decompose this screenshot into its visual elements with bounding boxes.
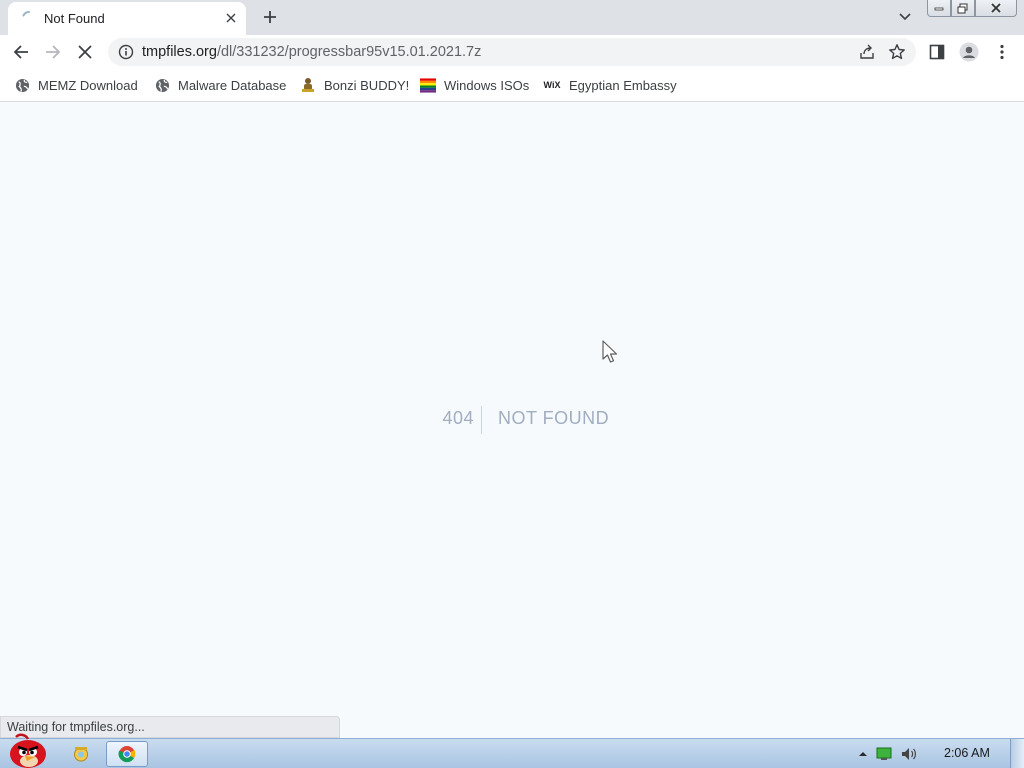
globe-icon	[154, 77, 170, 93]
tab-title: Not Found	[44, 11, 105, 26]
tab-close-button[interactable]	[222, 9, 240, 27]
back-button[interactable]	[8, 39, 34, 65]
side-panel-button[interactable]	[924, 39, 950, 65]
close-icon	[78, 45, 92, 59]
more-vertical-icon	[1000, 44, 1004, 60]
bookmark-memz-download[interactable]: MEMZ Download	[14, 76, 138, 94]
network-icon[interactable]	[876, 747, 892, 761]
bookmark-label: Windows ISOs	[444, 77, 530, 93]
star-icon[interactable]	[888, 43, 906, 61]
error-code: 404	[442, 408, 474, 428]
bookmark-label: Malware Database	[178, 77, 287, 93]
bookmark-label: MEMZ Download	[38, 77, 138, 93]
arrow-right-icon	[46, 45, 61, 59]
volume-icon[interactable]	[900, 746, 918, 762]
status-bubble: Waiting for tmpfiles.org...	[0, 716, 340, 738]
side-panel-icon	[929, 44, 945, 60]
browser-tab[interactable]: Not Found	[8, 2, 246, 35]
mouse-cursor-icon	[602, 340, 618, 363]
angry-bird-icon	[10, 733, 46, 768]
error-divider	[481, 406, 482, 434]
taskbar-app-chrome[interactable]	[106, 741, 148, 767]
folder-icon	[74, 747, 88, 762]
taskbar: 2:06 AM	[0, 733, 1024, 768]
info-icon[interactable]	[118, 44, 134, 60]
bonzi-icon	[300, 77, 316, 93]
close-icon	[991, 3, 1001, 13]
bookmark-bonzi-buddy[interactable]: Bonzi BUDDY!	[300, 76, 409, 94]
close-window-button[interactable]	[975, 0, 1017, 17]
menu-button[interactable]	[989, 39, 1015, 65]
start-button[interactable]	[6, 733, 50, 768]
url-path: /dl/331232/progressbar95v15.01.2021.7z	[216, 44, 482, 60]
arrow-left-icon	[13, 45, 28, 59]
profile-button[interactable]	[956, 39, 982, 65]
browser-toolbar: tmpfiles.org/dl/331232/progressbar95v15.…	[0, 35, 1024, 69]
globe-icon	[14, 77, 30, 93]
avatar-icon	[959, 42, 979, 62]
address-bar[interactable]: tmpfiles.org/dl/331232/progressbar95v15.…	[108, 38, 916, 66]
show-desktop-button[interactable]	[1010, 739, 1024, 768]
close-icon	[226, 13, 236, 23]
chevron-down-icon	[899, 13, 911, 21]
rainbow-flag-icon	[420, 77, 436, 93]
bookmark-label: Bonzi BUDDY!	[324, 77, 410, 93]
minimize-icon	[934, 7, 944, 11]
url-text[interactable]: tmpfiles.org/dl/331232/progressbar95v15.…	[142, 44, 481, 60]
error-message: NOT FOUND	[498, 408, 610, 428]
page-content: 404 NOT FOUND	[0, 103, 1024, 738]
chevron-up-icon[interactable]	[858, 750, 868, 758]
restore-icon	[957, 3, 968, 13]
bookmark-label: Egyptian Embassy	[569, 77, 677, 93]
bookmark-windows-isos[interactable]: Windows ISOs	[420, 76, 529, 94]
url-host: tmpfiles.org	[142, 44, 217, 60]
window-controls	[927, 0, 1017, 17]
taskbar-clock[interactable]: 2:06 AM	[944, 746, 990, 760]
restore-button[interactable]	[951, 0, 975, 17]
chrome-icon	[118, 746, 136, 763]
loading-spinner-icon	[22, 11, 30, 17]
share-icon[interactable]	[858, 43, 876, 61]
taskbar-app-explorer[interactable]	[60, 741, 102, 767]
stop-loading-button[interactable]	[72, 39, 98, 65]
forward-button[interactable]	[40, 39, 66, 65]
new-tab-button[interactable]	[258, 5, 282, 29]
system-tray	[858, 745, 918, 763]
bookmarks-bar: MEMZ Download Malware Database Bonzi BUD…	[0, 69, 1024, 102]
bookmark-egyptian-embassy[interactable]: WiX Egyptian Embassy	[543, 76, 677, 94]
wix-icon: WiX	[543, 80, 561, 90]
plus-icon	[264, 11, 276, 23]
tab-strip: Not Found	[0, 0, 1024, 35]
tab-search-button[interactable]	[894, 6, 916, 28]
bookmark-malware-database[interactable]: Malware Database	[154, 76, 286, 94]
minimize-button[interactable]	[927, 0, 951, 17]
